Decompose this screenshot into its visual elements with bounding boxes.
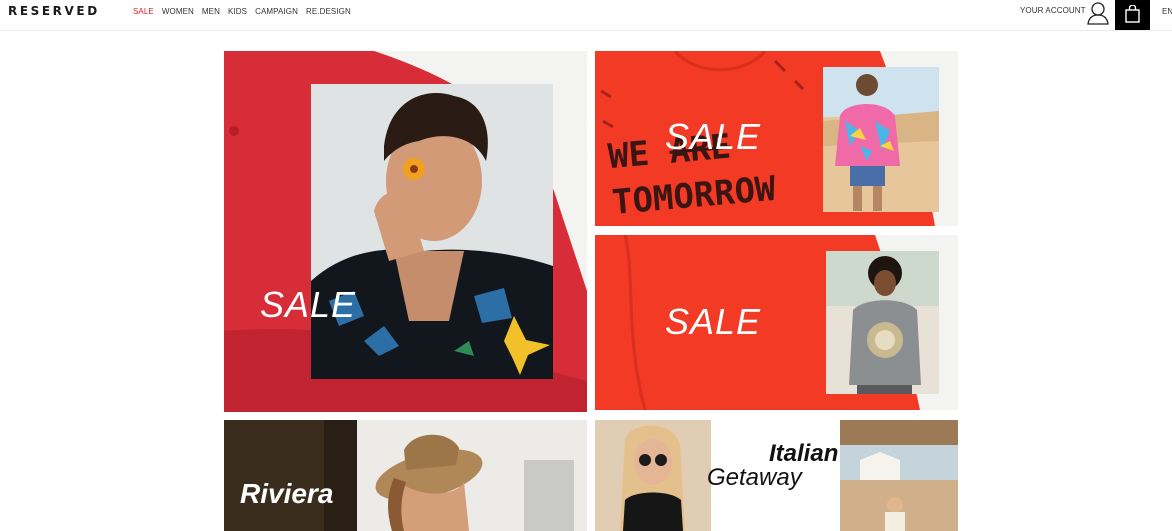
shopping-bag-icon (1125, 5, 1140, 23)
language-selector[interactable]: EN (1162, 7, 1172, 16)
nav-item-men[interactable]: MEN (202, 7, 220, 16)
man-floral-shirt-image (224, 51, 587, 412)
handwritten-we: WE (606, 133, 651, 178)
riviera-label: Riviera (240, 478, 334, 509)
cart-button[interactable] (1115, 0, 1150, 30)
tile-riviera[interactable]: Riviera (224, 420, 587, 531)
tile-men-sale[interactable]: SALE (224, 51, 587, 412)
nav-item-kids[interactable]: KIDS (228, 7, 247, 16)
main-nav: SALE WOMEN MEN KIDS CAMPAIGN RE.DESIGN (133, 7, 351, 16)
sale-label: SALE (665, 116, 762, 157)
getaway-label: Getaway (707, 464, 802, 491)
woman-straw-hat-image (224, 420, 587, 531)
tile-italian-getaway[interactable]: Italian Getaway (595, 420, 958, 531)
user-icon[interactable] (1087, 1, 1109, 25)
nav-item-campaign[interactable]: CAMPAIGN (255, 7, 298, 16)
brand-logo[interactable]: RESERVED (8, 4, 100, 18)
site-header: RESERVED SALE WOMEN MEN KIDS CAMPAIGN RE… (0, 0, 1172, 31)
tile-kids-sale[interactable]: SALE (595, 235, 958, 410)
nav-item-redesign[interactable]: RE.DESIGN (306, 7, 351, 16)
your-account-link[interactable]: YOUR ACCOUNT (1020, 6, 1086, 15)
sale-label: SALE (260, 284, 357, 325)
italian-label: Italian (769, 440, 839, 467)
boy-lion-shirt-image (595, 235, 958, 410)
nav-item-sale[interactable]: SALE (133, 7, 154, 16)
tile-women-sale[interactable]: WE ARE TOMORROW SALE (595, 51, 958, 226)
nav-item-women[interactable]: WOMEN (162, 7, 194, 16)
sale-label: SALE (665, 301, 762, 342)
